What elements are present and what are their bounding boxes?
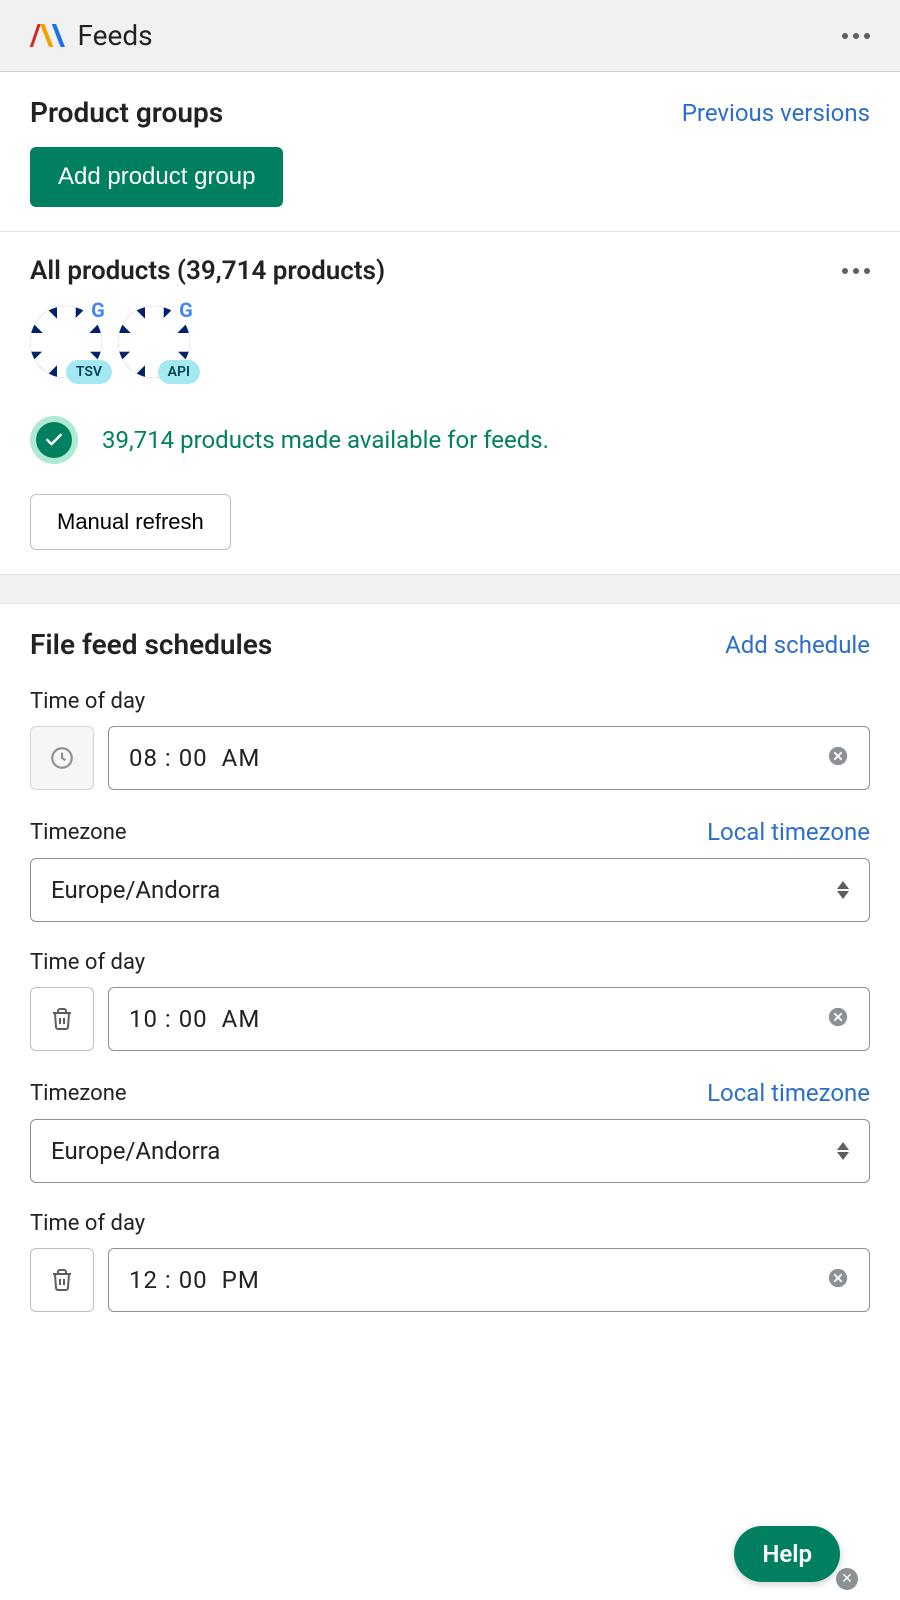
select-chevron-icon (837, 1142, 849, 1160)
feed-flags: G TSV G API (30, 306, 870, 378)
product-groups-heading: Product groups (30, 96, 223, 129)
time-of-day-label: Time of day (30, 689, 870, 714)
time-value: 08 : 00 (129, 744, 208, 772)
availability-status: 39,714 products made available for feeds… (30, 416, 870, 464)
time-value: 10 : 00 (129, 1005, 208, 1033)
add-product-group-button[interactable]: Add product group (30, 147, 283, 207)
product-group-card: All products (39,714 products) G TSV G A… (0, 231, 900, 574)
feed-flag-uk-api[interactable]: G API (118, 306, 190, 378)
clear-icon[interactable] (827, 745, 849, 772)
time-ampm: PM (222, 1266, 260, 1294)
time-ampm: AM (222, 744, 261, 772)
product-groups-section: Product groups Previous versions Add pro… (0, 72, 900, 231)
app-header: /\\ Feeds (0, 0, 900, 72)
manual-refresh-button[interactable]: Manual refresh (30, 494, 231, 550)
time-input[interactable]: 08 : 00 AM (108, 726, 870, 790)
google-icon: G (172, 296, 200, 324)
time-input[interactable]: 10 : 00 AM (108, 987, 870, 1051)
feed-type-badge: TSV (66, 360, 112, 384)
timezone-select[interactable]: Europe/Andorra (30, 858, 870, 922)
time-of-day-label: Time of day (30, 950, 870, 975)
feed-type-badge: API (158, 360, 200, 384)
timezone-value: Europe/Andorra (51, 876, 220, 904)
success-icon (30, 416, 78, 464)
trash-icon (50, 1007, 74, 1031)
section-divider (0, 574, 900, 604)
page-title: Feeds (77, 19, 152, 52)
timezone-select[interactable]: Europe/Andorra (30, 1119, 870, 1183)
help-close-button[interactable]: ✕ (836, 1568, 858, 1590)
group-more-menu-button[interactable] (842, 268, 870, 274)
file-feed-schedules-section: File feed schedules Add schedule Time of… (0, 604, 900, 1346)
help-button[interactable]: Help (734, 1526, 840, 1582)
time-value: 12 : 00 (129, 1266, 208, 1294)
add-schedule-link[interactable]: Add schedule (725, 631, 870, 659)
status-text: 39,714 products made available for feeds… (102, 426, 549, 454)
more-menu-button[interactable] (842, 33, 870, 39)
time-ampm: AM (222, 1005, 261, 1033)
local-timezone-link[interactable]: Local timezone (707, 818, 870, 846)
timezone-label: Timezone (30, 1081, 127, 1106)
select-chevron-icon (837, 881, 849, 899)
timezone-label: Timezone (30, 820, 127, 845)
app-logo: /\\ (30, 18, 63, 53)
delete-schedule-button[interactable] (30, 987, 94, 1051)
google-icon: G (84, 296, 112, 324)
feed-flag-uk-tsv[interactable]: G TSV (30, 306, 102, 378)
previous-versions-link[interactable]: Previous versions (682, 99, 870, 127)
clock-icon (30, 726, 94, 790)
clear-icon[interactable] (827, 1006, 849, 1033)
trash-icon (50, 1268, 74, 1292)
local-timezone-link[interactable]: Local timezone (707, 1079, 870, 1107)
timezone-value: Europe/Andorra (51, 1137, 220, 1165)
delete-schedule-button[interactable] (30, 1248, 94, 1312)
clear-icon[interactable] (827, 1267, 849, 1294)
group-title: All products (39,714 products) (30, 256, 385, 286)
schedules-heading: File feed schedules (30, 628, 272, 661)
time-input[interactable]: 12 : 00 PM (108, 1248, 870, 1312)
time-of-day-label: Time of day (30, 1211, 870, 1236)
